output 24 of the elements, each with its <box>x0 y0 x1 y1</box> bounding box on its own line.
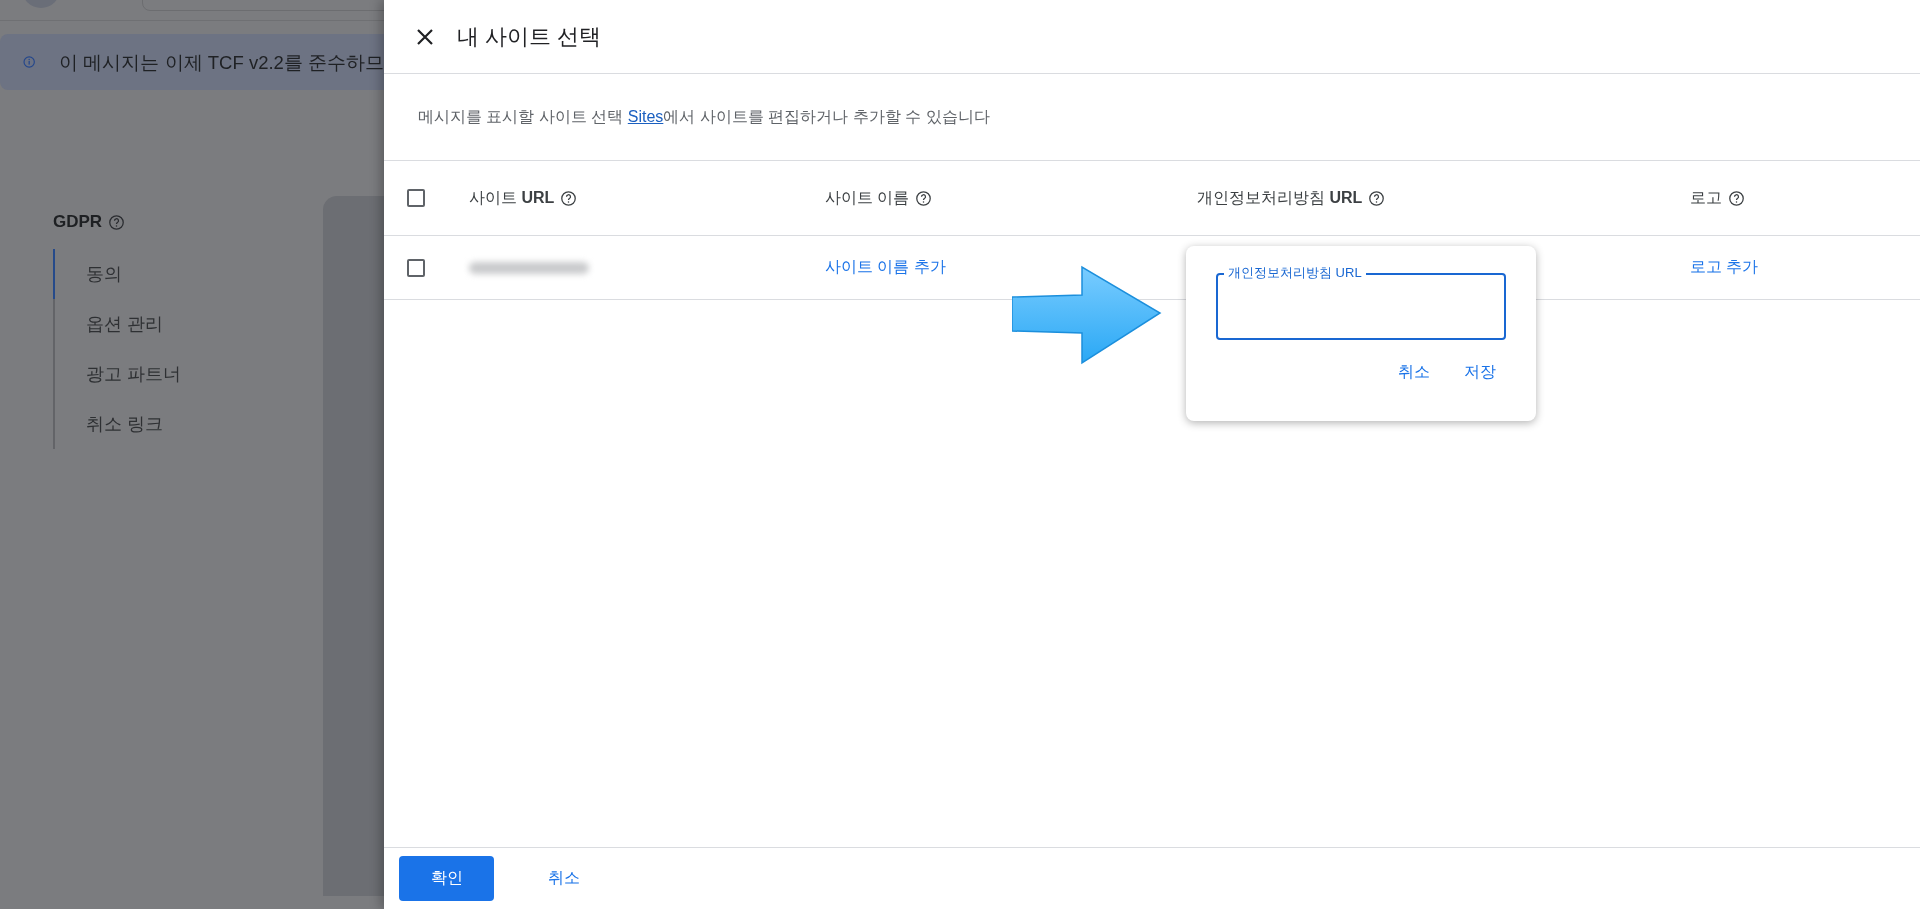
select-all-checkbox[interactable] <box>407 189 425 207</box>
help-icon[interactable] <box>915 189 933 207</box>
column-header: 사이트 이름 <box>825 187 910 208</box>
column-header: 개인정보처리방침 URL <box>1197 187 1363 208</box>
cancel-button[interactable]: 취소 <box>538 856 590 901</box>
cancel-button[interactable]: 취소 <box>1396 358 1432 387</box>
column-header: 로고 <box>1690 187 1722 208</box>
nav-item[interactable]: 취소 링크 <box>53 399 323 449</box>
nav-item[interactable]: 광고 파트너 <box>53 349 323 399</box>
help-icon[interactable] <box>560 189 578 207</box>
dialog-title: 내 사이트 선택 <box>457 22 602 51</box>
help-icon[interactable] <box>1368 189 1386 207</box>
column-header: 사이트 URL <box>469 187 555 208</box>
banner-text: 이 메시지는 이제 TCF v2.2를 준수하므 <box>59 50 384 75</box>
row-checkbox[interactable] <box>407 258 425 277</box>
nav-item[interactable]: 옵션 관리 <box>53 299 323 349</box>
description-text: 메시지를 표시할 사이트 선택 Sites에서 사이트를 편집하거나 추가할 수 있습니다 <box>418 106 990 127</box>
add-logo-link[interactable]: 로고 추가 <box>1690 257 1759 278</box>
confirm-button[interactable]: 확인 <box>399 856 494 901</box>
add-site-name-link[interactable]: 사이트 이름 추가 <box>825 257 946 278</box>
section-title: GDPR <box>53 212 103 232</box>
sites-link[interactable]: Sites <box>627 107 664 125</box>
save-button[interactable]: 저장 <box>1462 358 1498 387</box>
help-icon[interactable] <box>1728 189 1745 207</box>
